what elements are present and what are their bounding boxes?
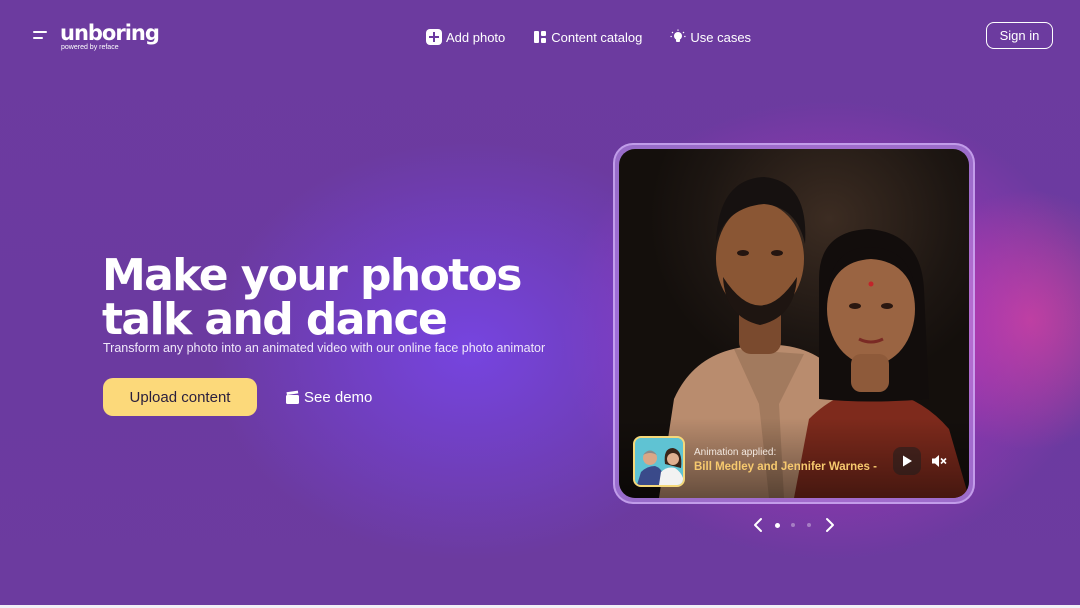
play-icon	[903, 455, 912, 467]
carousel-dot-3[interactable]	[807, 523, 811, 527]
sign-in-button[interactable]: Sign in	[986, 22, 1053, 49]
nav-content-catalog-label: Content catalog	[551, 29, 643, 45]
mute-button[interactable]	[925, 447, 953, 475]
logo[interactable]: unboring powered by reface	[60, 21, 160, 52]
nav-add-photo-label: Add photo	[446, 29, 506, 45]
chevron-left-icon[interactable]	[750, 516, 766, 534]
upload-content-button[interactable]: Upload content	[103, 378, 257, 416]
play-button[interactable]	[893, 447, 921, 475]
animation-applied-label: Animation applied:	[694, 447, 777, 458]
carousel-controls	[748, 514, 838, 536]
logo-wordmark: unboring	[60, 21, 160, 45]
plus-square-icon	[426, 29, 442, 45]
menu-icon[interactable]	[33, 31, 47, 41]
nav-add-photo[interactable]: Add photo	[426, 27, 505, 47]
catalog-icon	[533, 30, 547, 44]
hero-title-line-2: talk and dance	[102, 294, 448, 345]
nav-use-cases-label: Use cases	[690, 29, 752, 45]
hero-title: Make your photos talk and dance	[102, 254, 572, 342]
hero-subtitle: Transform any photo into an animated vid…	[103, 341, 546, 355]
nav-use-cases[interactable]: Use cases	[670, 27, 751, 47]
main-nav: Add photo Content catalog Use cases	[426, 27, 779, 47]
nav-content-catalog[interactable]: Content catalog	[533, 27, 642, 47]
logo-tagline: powered by reface	[61, 44, 119, 51]
see-demo-label: See demo	[304, 388, 373, 406]
animation-name: Bill Medley and Jennifer Warnes -	[694, 461, 877, 473]
speaker-muted-icon	[932, 455, 947, 467]
clapperboard-icon	[285, 390, 300, 405]
lightbulb-icon	[670, 29, 686, 45]
carousel-dot-1[interactable]	[775, 523, 780, 528]
animation-thumbnail[interactable]	[633, 436, 685, 487]
chevron-right-icon[interactable]	[822, 516, 838, 534]
carousel-dot-2[interactable]	[791, 523, 795, 527]
see-demo-button[interactable]: See demo	[285, 386, 372, 408]
site-header: unboring powered by reface Add photo Con…	[0, 0, 1080, 72]
